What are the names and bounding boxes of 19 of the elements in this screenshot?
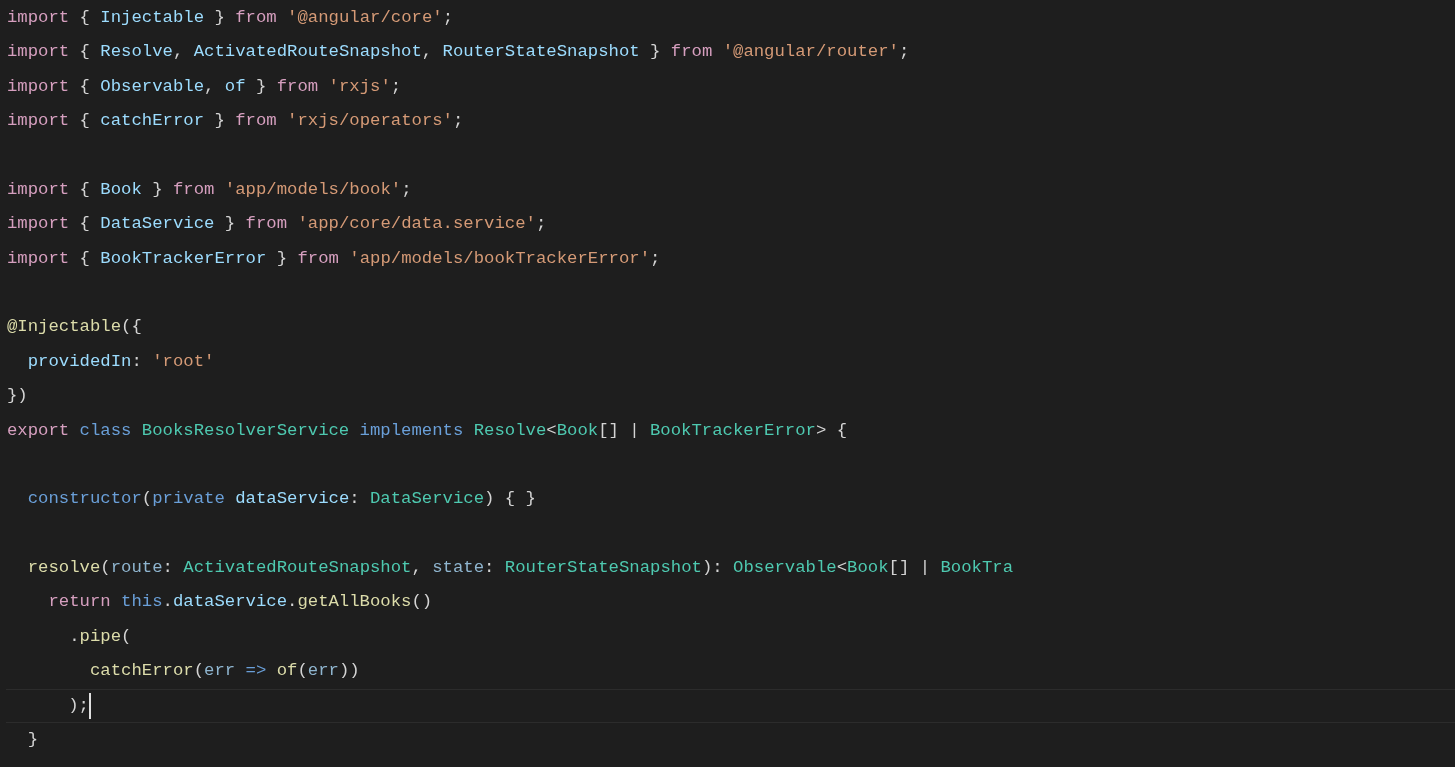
code-line: import { catchError } from 'rxjs/operators'; (7, 111, 464, 132)
code-line: providedIn: 'root' (26, 351, 215, 373)
code-line: resolve(route: ActivatedRouteSnapshot, state: RouterStateSnapshot): Observable<Book[] | BookTra (26, 558, 1014, 579)
code-line: import { Injectable } from '@angular/core'; (7, 7, 453, 29)
code-line: } (26, 730, 39, 751)
code-line: @Injectable({ (7, 317, 142, 339)
code-line: export class BooksResolverService implements Resolve<Book[] | BookTrackerError> { (7, 420, 848, 442)
code-line: }) (7, 386, 28, 407)
code-line: .pipe( (68, 626, 132, 648)
code-line: constructor(private dataService: DataService) { } (26, 489, 536, 511)
code-line: catchError(err => of(err)) (88, 661, 360, 682)
code-line: import { DataService } from 'app/core/data.service'; (7, 214, 547, 235)
text-cursor (88, 693, 91, 719)
code-line: import { Book } from 'app/models/book'; (7, 179, 412, 201)
code-line: ); (67, 695, 89, 717)
code-line: import { Observable, of } from 'rxjs'; (7, 76, 402, 98)
code-line: return this.dataService.getAllBooks() (47, 592, 433, 614)
code-line: import { Resolve, ActivatedRouteSnapshot, RouterStateSnapshot } from '@angular/router'; (7, 42, 910, 63)
code-line: import { BookTrackerError } from 'app/models/bookTrackerError'; (7, 248, 661, 270)
